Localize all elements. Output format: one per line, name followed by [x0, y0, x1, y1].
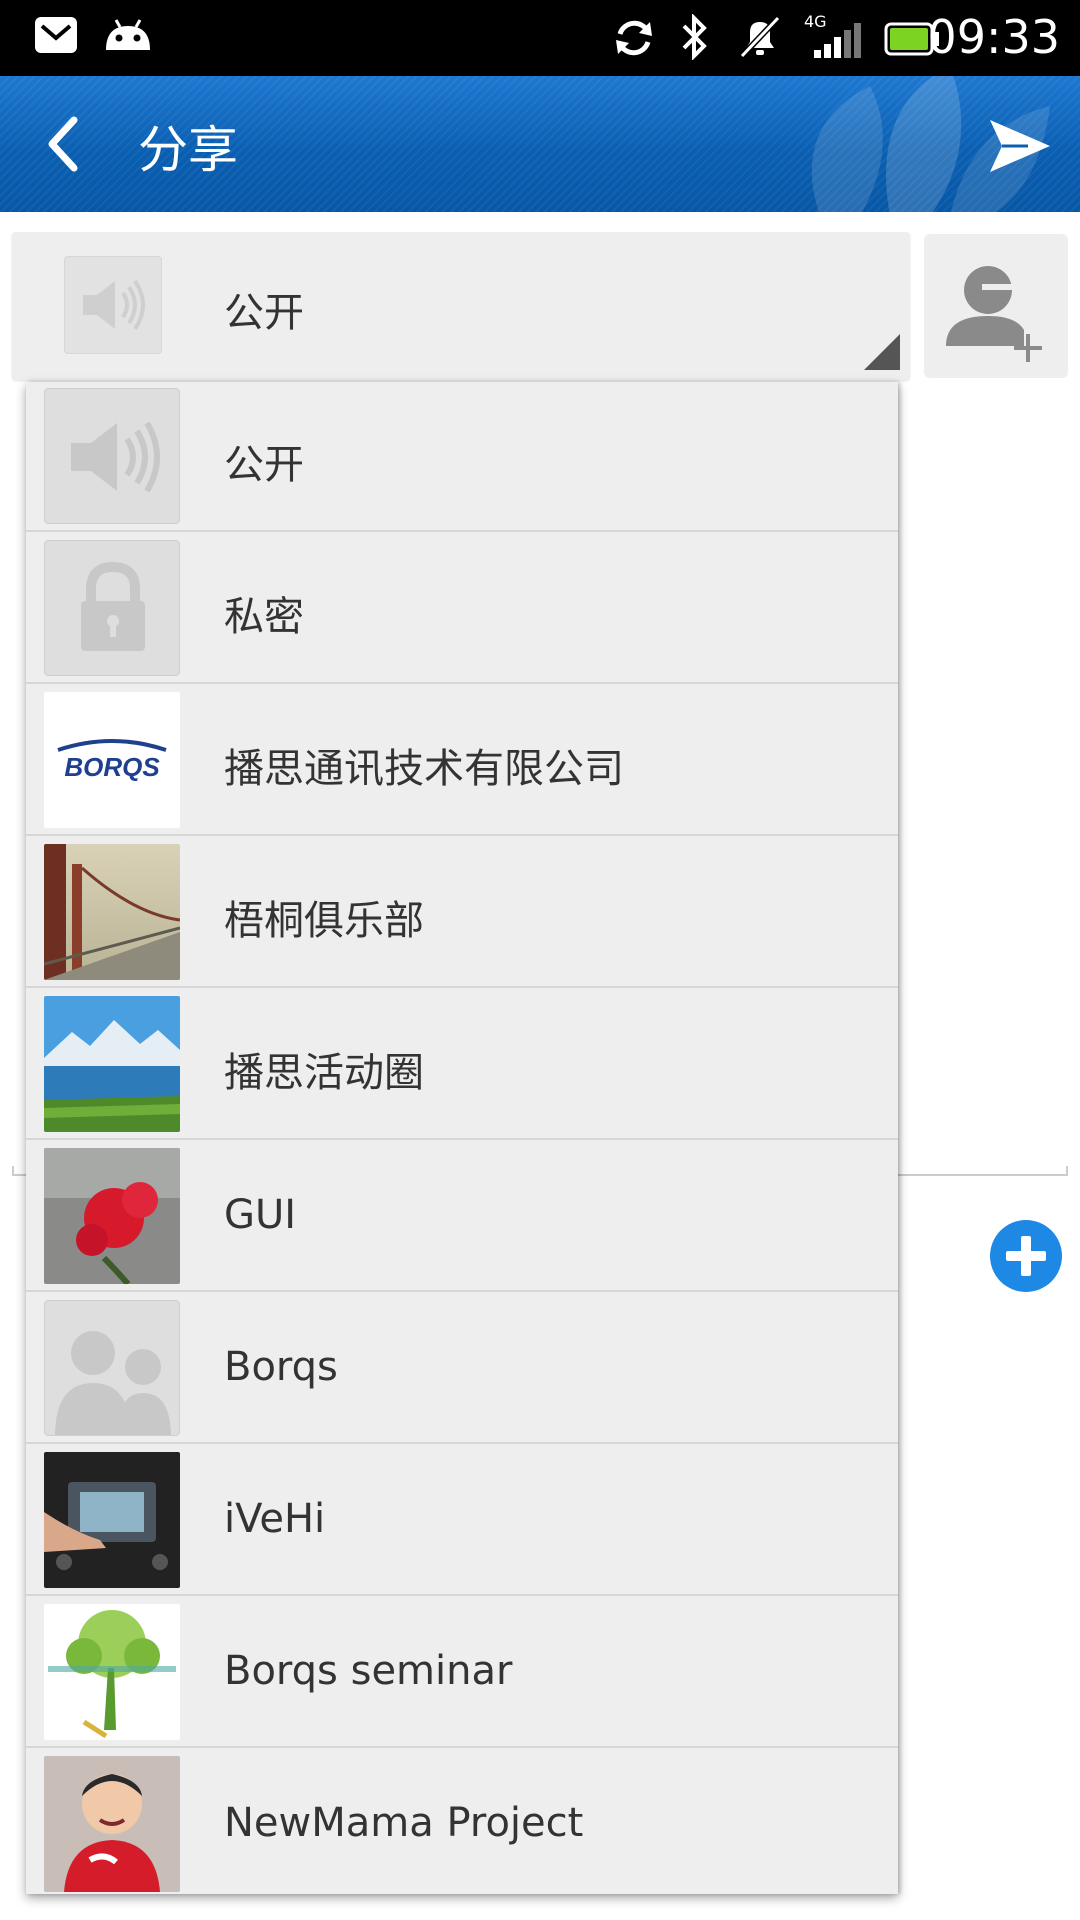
back-arrow-icon[interactable]: [44, 114, 84, 174]
dropdown-item-label: 播思通讯技术有限公司: [224, 746, 624, 792]
dropdown-item-company[interactable]: BORQS 播思通讯技术有限公司: [26, 686, 898, 836]
mute-icon: [739, 15, 781, 59]
clock: 09:33: [927, 10, 1060, 64]
plus-icon: [1006, 1236, 1046, 1276]
dropdown-item-borqs-seminar[interactable]: Borqs seminar: [26, 1598, 898, 1748]
dropdown-item-ivehi[interactable]: iVeHi: [26, 1446, 898, 1596]
dropdown-item-label: Borqs seminar: [224, 1648, 513, 1694]
signal-icon: [814, 23, 861, 58]
baby-photo: [44, 1756, 180, 1892]
lock-icon: [44, 540, 180, 676]
spinner-selected-label: 公开: [224, 290, 304, 336]
add-person-icon: [946, 266, 1042, 362]
dropdown-item-label: iVeHi: [224, 1496, 326, 1542]
underline-tick-left: [12, 1166, 14, 1176]
sync-icon: [616, 20, 652, 56]
speaker-icon: [44, 388, 180, 524]
page-title: 分享: [138, 121, 238, 179]
car-dashboard-photo: [44, 1452, 180, 1588]
dropdown-item-label: GUI: [224, 1192, 297, 1238]
add-attachment-button[interactable]: [990, 1220, 1062, 1292]
add-contact-button[interactable]: [924, 234, 1068, 378]
dropdown-item-borqs[interactable]: Borqs: [26, 1294, 898, 1444]
spinner-arrow-icon: [864, 334, 900, 370]
dropdown-item-label: 私密: [224, 594, 304, 640]
dropdown-item-private[interactable]: 私密: [26, 534, 898, 684]
android-icon: [106, 19, 150, 50]
dropdown-item-public[interactable]: 公开: [26, 382, 898, 532]
dropdown-item-label: 播思活动圈: [224, 1050, 424, 1096]
dropdown-item-gui[interactable]: GUI: [26, 1142, 898, 1292]
dropdown-item-activity-circle[interactable]: 播思活动圈: [26, 990, 898, 1140]
bridge-photo: [44, 844, 180, 980]
tree-drawing-photo: [44, 1604, 180, 1740]
visibility-dropdown-list: 公开 私密 BORQS 播思通讯技术有限公司 梧桐俱乐部 播思活动圈 GUI B…: [26, 382, 898, 1894]
dropdown-item-label: NewMama Project: [224, 1800, 584, 1846]
dropdown-item-wutong-club[interactable]: 梧桐俱乐部: [26, 838, 898, 988]
underline-tick-right: [1066, 1166, 1068, 1176]
dropdown-item-label: 公开: [224, 442, 304, 488]
borqs-logo: BORQS: [44, 692, 180, 828]
speaker-icon: [64, 256, 162, 354]
app-bar: 分享: [0, 76, 1080, 212]
dropdown-item-label: Borqs: [224, 1344, 338, 1390]
mountain-lake-photo: [44, 996, 180, 1132]
mail-icon: [35, 17, 77, 53]
group-avatar-icon: [44, 1300, 180, 1436]
status-bar: 4G 09:33: [0, 0, 1080, 76]
red-flower-photo: [44, 1148, 180, 1284]
dropdown-item-newmama-project[interactable]: NewMama Project: [26, 1750, 898, 1900]
send-icon[interactable]: [988, 116, 1052, 176]
visibility-spinner[interactable]: 公开: [12, 232, 910, 380]
bluetooth-icon: [682, 14, 707, 60]
borqs-logo-text: BORQS: [64, 752, 160, 782]
dropdown-item-label: 梧桐俱乐部: [224, 898, 424, 944]
